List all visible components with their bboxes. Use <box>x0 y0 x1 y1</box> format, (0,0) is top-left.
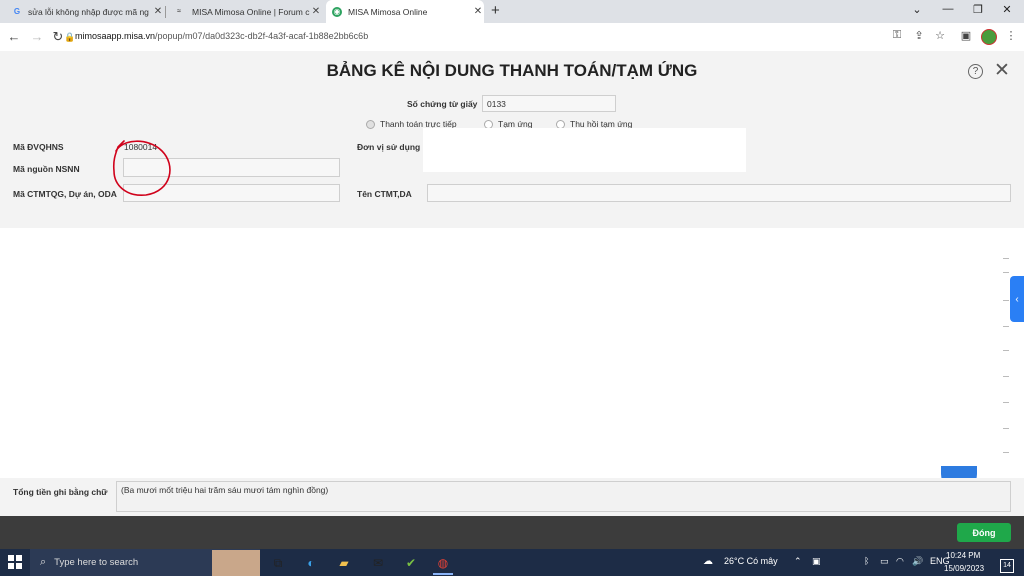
scroll-tick <box>1003 272 1009 273</box>
page-title: BẢNG KÊ NỘI DUNG THANH TOÁN/TẠM ỨNG <box>326 61 698 80</box>
scroll-tick <box>1003 428 1009 429</box>
scroll-tick <box>1003 326 1009 327</box>
maximize-icon[interactable]: ❐ <box>970 3 986 16</box>
new-tab-button[interactable]: + <box>491 2 500 19</box>
misa-icon: ≈ <box>177 8 181 15</box>
file-explorer-icon[interactable]: ▰ <box>334 553 354 573</box>
mimosa-icon: ◉ <box>332 6 342 17</box>
tong-tien-field[interactable]: (Ba mươi mốt triệu hai trăm sáu mươi tám… <box>116 481 1011 512</box>
search-icon: ⌕ <box>40 556 47 568</box>
mail-icon[interactable]: ✉ <box>368 553 388 573</box>
close-tab-icon[interactable]: ✕ <box>472 6 484 17</box>
minimize-icon[interactable]: — <box>940 3 956 15</box>
google-icon: G <box>13 7 21 16</box>
zalo-icon[interactable]: ✔ <box>401 553 421 573</box>
forward-icon[interactable]: → <box>29 29 45 44</box>
scroll-tick <box>1003 376 1009 377</box>
profile-avatar[interactable] <box>981 29 997 45</box>
scroll-tick <box>1003 350 1009 351</box>
clock-time[interactable]: 10:24 PM <box>946 551 980 560</box>
edge-icon[interactable]: ◐ <box>301 553 321 573</box>
search-highlight-image <box>212 550 260 576</box>
side-panel-toggle[interactable]: ‹ <box>1010 276 1024 322</box>
show-hidden-icons-icon[interactable]: ⌃ <box>794 556 802 567</box>
lock-icon: 🔒 <box>64 32 76 42</box>
tong-tien-label: Tổng tiền ghi bằng chữ <box>13 487 108 497</box>
close-icon[interactable]: ✕ <box>994 59 1010 82</box>
help-icon[interactable]: ? <box>968 64 983 79</box>
share-icon[interactable]: ⇪ <box>912 29 926 42</box>
battery-icon[interactable]: ▭ <box>880 556 889 567</box>
chrome-icon[interactable]: ◍ <box>433 553 453 575</box>
wifi-icon[interactable]: ◠ <box>896 556 904 567</box>
don-vi-su-dung-field[interactable] <box>423 128 746 172</box>
volume-icon[interactable]: 🔊 <box>912 556 923 567</box>
so-chung-tu-label: Số chứng từ giấy <box>407 99 478 109</box>
scroll-tick <box>1003 258 1009 259</box>
annotation-circle <box>112 140 171 196</box>
close-tab-icon[interactable]: ✕ <box>152 6 164 17</box>
bluetooth-icon[interactable]: ᛒ <box>864 556 869 566</box>
chevron-left-icon: ‹ <box>1015 293 1019 305</box>
key-icon[interactable]: ⚿ <box>890 29 904 42</box>
windows-start-icon[interactable] <box>8 555 22 569</box>
tab-misa-forum[interactable]: ≈ MISA Mimosa Online | Forum c ✕ <box>166 0 322 23</box>
bookmark-star-icon[interactable]: ☆ <box>933 29 947 42</box>
ten-ctmt-field[interactable] <box>427 184 1011 202</box>
close-tab-icon[interactable]: ✕ <box>310 6 322 17</box>
clock-date[interactable]: 15/09/2023 <box>944 564 984 573</box>
so-chung-tu-field[interactable]: 0133 <box>482 95 616 112</box>
back-icon[interactable]: ← <box>6 29 22 44</box>
scroll-tick <box>1003 300 1009 301</box>
side-panel-icon[interactable]: ▣ <box>959 29 973 42</box>
task-view-icon[interactable]: ⧉ <box>268 553 288 573</box>
menu-icon[interactable]: ⋮ <box>1004 29 1018 42</box>
scroll-tick <box>1003 402 1009 403</box>
tab-mimosa-online[interactable]: ◉ MISA Mimosa Online ✕ <box>326 0 484 23</box>
popup-footer <box>0 516 1024 549</box>
notification-badge[interactable]: 14 <box>1000 559 1014 573</box>
close-button[interactable]: Đóng <box>957 523 1011 542</box>
close-window-icon[interactable]: ✕ <box>999 3 1015 16</box>
don-vi-su-dung-label: Đơn vị sử dụng <box>357 142 421 152</box>
scroll-tick <box>1003 452 1009 453</box>
ma-dvqhns-label: Mã ĐVQHNS <box>13 142 64 152</box>
ma-nguon-nsnn-label: Mã nguồn NSNN <box>13 164 80 174</box>
tab-search-icon[interactable]: ⌄ <box>909 3 925 16</box>
tab-google-search[interactable]: G sửa lỗi không nhập được mã ng ✕ <box>6 0 164 23</box>
weather-text: 26°C Có mây <box>724 556 778 566</box>
ten-ctmt-label: Tên CTMT,DA <box>357 189 412 199</box>
address-bar[interactable]: mimosaapp.misa.vn/popup/m07/da0d323c-db2… <box>75 31 368 41</box>
weather-icon: ☁ <box>703 556 713 567</box>
tray-app-icon[interactable]: ▣ <box>812 556 821 567</box>
